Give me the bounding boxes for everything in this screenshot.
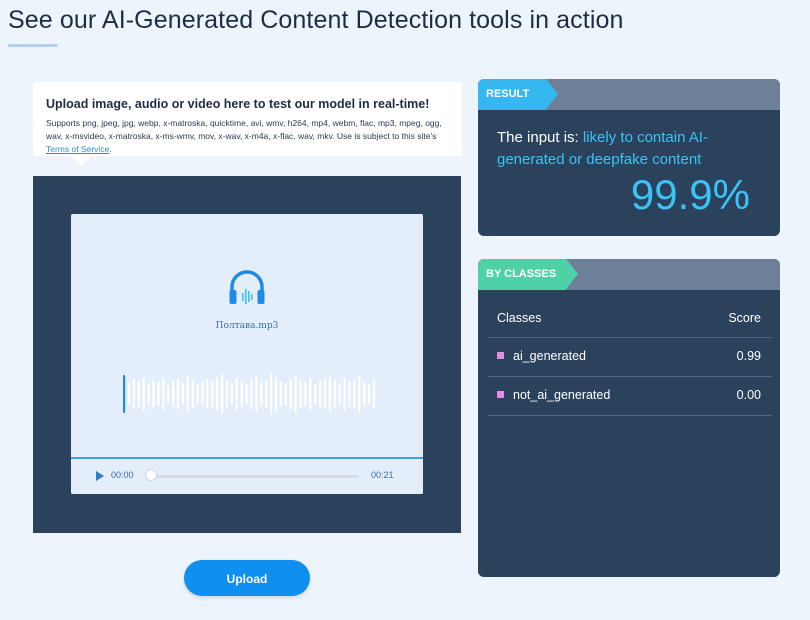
score-column-header: Score	[728, 311, 761, 325]
result-prefix: The input is:	[497, 129, 583, 146]
total-time: 00:21	[371, 470, 394, 480]
classes-panel: BY CLASSES Classes Score ai_generated 0.…	[478, 259, 780, 577]
terms-suffix: .	[109, 144, 112, 154]
result-header: RESULT	[478, 79, 780, 110]
audio-waveform	[123, 373, 376, 415]
class-swatch	[497, 352, 504, 359]
media-preview-panel: Полтава.mp3 00:00 00:21	[33, 176, 461, 533]
current-time: 00:00	[111, 470, 134, 480]
class-row: ai_generated 0.99	[478, 338, 780, 376]
row-divider	[488, 415, 771, 416]
page-title: See our AI-Generated Content Detection t…	[8, 6, 624, 34]
progress-knob[interactable]	[145, 469, 157, 481]
upload-info-heading: Upload image, audio or video here to tes…	[46, 97, 430, 111]
audio-file-name: Полтава.mp3	[215, 321, 279, 331]
result-score: 99.9%	[630, 171, 750, 218]
class-score: 0.00	[736, 388, 761, 402]
classes-column-header: Classes	[497, 311, 542, 325]
result-tag: RESULT	[478, 79, 558, 110]
class-swatch	[497, 391, 504, 398]
upload-info-box: Upload image, audio or video here to tes…	[33, 82, 462, 166]
audio-card: Полтава.mp3 00:00 00:21	[71, 214, 423, 494]
result-panel: RESULT The input is: likely to contain A…	[478, 79, 780, 236]
class-name: ai_generated	[513, 349, 586, 363]
upload-button[interactable]: Upload	[184, 560, 310, 596]
play-icon[interactable]	[96, 471, 104, 481]
audio-player-controls: 00:00 00:21	[71, 457, 423, 494]
title-underline	[8, 44, 58, 47]
result-text: The input is: likely to contain AI-gener…	[497, 127, 757, 171]
classes-header: BY CLASSES	[478, 259, 780, 290]
terms-of-service-link[interactable]: Terms of Service	[46, 144, 109, 154]
supported-formats-text: Supports png, jpeg, jpg, webp, x-matrosk…	[46, 117, 451, 156]
class-name: not_ai_generated	[513, 388, 611, 402]
headphones-icon	[229, 270, 265, 304]
class-score: 0.99	[736, 349, 761, 363]
classes-tag: BY CLASSES	[478, 259, 578, 290]
progress-track[interactable]	[149, 475, 359, 478]
supported-formats: Supports png, jpeg, jpg, webp, x-matrosk…	[46, 118, 442, 141]
info-box-pointer	[71, 156, 91, 166]
class-row: not_ai_generated 0.00	[478, 377, 780, 415]
